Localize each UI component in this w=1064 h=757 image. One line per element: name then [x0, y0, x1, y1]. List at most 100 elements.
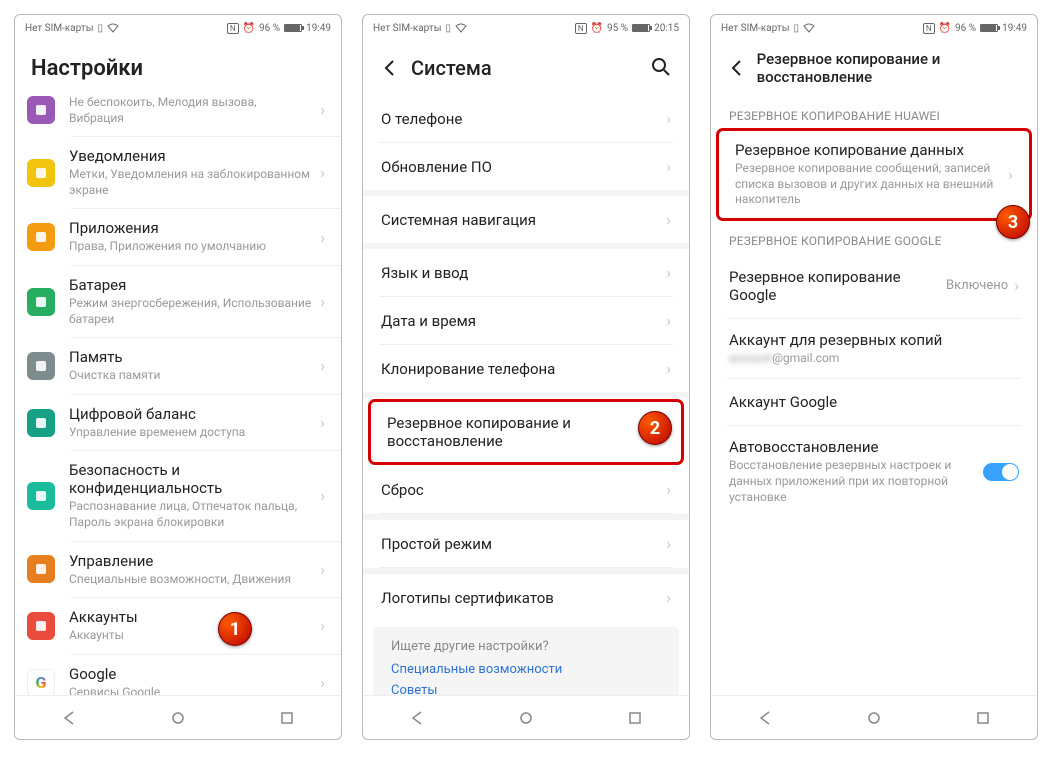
nfc-icon: N: [923, 23, 935, 34]
row-value: Включено: [946, 278, 1008, 293]
backup-account-row[interactable]: Аккаунт для резервных копий account@gmai…: [711, 319, 1037, 379]
chevron-right-icon: ›: [666, 534, 671, 553]
chevron-right-icon: ›: [320, 163, 325, 182]
status-bar: Нет SIM-карты ▯ N ⏰ 95 % 20:15: [363, 15, 689, 41]
system-row-2[interactable]: Системная навигация›: [363, 196, 689, 243]
row-title: Сброс: [381, 481, 666, 499]
row-subtitle: Резервное копирование сообщений, записей…: [735, 161, 1000, 208]
row-title: Цифровой баланс: [69, 405, 312, 423]
chevron-right-icon: ›: [666, 157, 671, 176]
nav-bar: [363, 695, 689, 739]
phone-system: Нет SIM-карты ▯ N ⏰ 95 % 20:15 Система О…: [362, 14, 690, 740]
row-title: Резервное копирование и восстановление: [387, 414, 660, 450]
row-subtitle: Управление временем доступа: [69, 425, 312, 441]
settings-row-4[interactable]: Память Очистка памяти ›: [15, 338, 341, 394]
auto-restore-toggle[interactable]: [983, 463, 1019, 481]
system-row-7[interactable]: Сброс›: [363, 466, 689, 513]
chevron-right-icon: ›: [666, 359, 671, 378]
step-badge-3: 3: [996, 205, 1030, 239]
row-subtitle: Восстановление резервных настроек и данн…: [729, 458, 983, 505]
nosim-icon: ▯: [445, 23, 451, 34]
settings-row-0[interactable]: Не беспокоить, Мелодия вызова, Вибрация …: [15, 95, 341, 136]
settings-row-8[interactable]: Аккаунты Аккаунты ›: [15, 598, 341, 654]
system-row-6[interactable]: Резервное копирование и восстановление›: [369, 400, 683, 464]
row-subtitle: Сервисы Google: [69, 685, 312, 695]
settings-row-3[interactable]: Батарея Режим энергосбережения, Использо…: [15, 266, 341, 337]
chevron-right-icon: ›: [666, 480, 671, 499]
blurred-text: account: [729, 351, 772, 365]
back-button[interactable]: [379, 57, 401, 79]
row-title: Язык и ввод: [381, 264, 666, 282]
settings-icon: [27, 223, 55, 251]
search-other-settings: Ищете другие настройки? Специальные возм…: [373, 627, 679, 695]
alarm-icon: ⏰: [243, 23, 255, 34]
row-subtitle: Метки, Уведомления на заблокированном эк…: [69, 167, 312, 198]
search-button[interactable]: [651, 57, 673, 79]
row-title: Резервное копирование данных: [735, 141, 1000, 159]
page-title: Резервное копирование и восстановление: [757, 50, 1027, 86]
row-title: Приложения: [69, 219, 312, 237]
row-title: Google: [69, 665, 312, 683]
row-title: Аккаунт Google: [729, 393, 1019, 411]
google-backup-row[interactable]: Резервное копирование Google Включено ›: [711, 254, 1037, 318]
settings-row-1[interactable]: Уведомления Метки, Уведомления на заблок…: [15, 137, 341, 208]
backup-data-row[interactable]: Резервное копирование данных Резервное к…: [717, 129, 1031, 220]
settings-row-2[interactable]: Приложения Права, Приложения по умолчани…: [15, 209, 341, 265]
nav-recents[interactable]: [232, 696, 341, 739]
nav-back[interactable]: [711, 696, 820, 739]
nav-home[interactable]: [820, 696, 929, 739]
page-header: Система: [363, 41, 689, 95]
status-bar: Нет SIM-карты ▯ N ⏰ 96 % 19:49: [711, 15, 1037, 41]
nfc-icon: N: [575, 23, 587, 34]
settings-row-7[interactable]: Управление Специальные возможности, Движ…: [15, 542, 341, 598]
settings-icon: G: [27, 669, 55, 695]
footer-link-tips[interactable]: Советы: [391, 683, 661, 695]
wifi-icon: [803, 23, 815, 33]
page-header: Резервное копирование и восстановление: [711, 41, 1037, 95]
system-row-3[interactable]: Язык и ввод›: [363, 249, 689, 296]
step-badge-1: 1: [218, 612, 252, 646]
back-button[interactable]: [727, 57, 747, 79]
chevron-right-icon: ›: [320, 228, 325, 247]
auto-restore-row[interactable]: Автовосстановление Восстановление резерв…: [711, 426, 1037, 517]
nav-recents[interactable]: [580, 696, 689, 739]
status-bar: Нет SIM-карты ▯ N ⏰ 96 % 19:49: [15, 15, 341, 41]
row-subtitle: account@gmail.com: [729, 351, 1019, 367]
chevron-right-icon: ›: [666, 588, 671, 607]
system-row-4[interactable]: Дата и время›: [363, 297, 689, 344]
step-badge-2: 2: [638, 411, 672, 445]
settings-icon: [27, 555, 55, 583]
nav-recents[interactable]: [928, 696, 1037, 739]
sim-status: Нет SIM-карты: [721, 23, 789, 34]
row-subtitle: Специальные возможности, Движения: [69, 572, 312, 588]
settings-icon: [27, 352, 55, 380]
system-row-5[interactable]: Клонирование телефона›: [363, 345, 689, 392]
nav-back[interactable]: [363, 696, 472, 739]
nav-home[interactable]: [472, 696, 581, 739]
row-title: Память: [69, 348, 312, 366]
nosim-icon: ▯: [793, 23, 799, 34]
system-row-1[interactable]: Обновление ПО›: [363, 143, 689, 190]
settings-icon: [27, 96, 55, 124]
google-account-row[interactable]: Аккаунт Google: [711, 379, 1037, 425]
section-header-google: РЕЗЕРВНОЕ КОПИРОВАНИЕ GOOGLE: [711, 220, 1037, 254]
footer-link-accessibility[interactable]: Специальные возможности: [391, 662, 661, 677]
system-row-0[interactable]: О телефоне›: [363, 95, 689, 142]
nav-back[interactable]: [15, 696, 124, 739]
settings-row-5[interactable]: Цифровой баланс Управление временем дост…: [15, 395, 341, 451]
row-subtitle: Очистка памяти: [69, 368, 312, 384]
settings-row-9[interactable]: G Google Сервисы Google ›: [15, 655, 341, 695]
row-title: Батарея: [69, 276, 312, 294]
chevron-right-icon: ›: [320, 100, 325, 119]
settings-icon: [27, 288, 55, 316]
nfc-icon: N: [227, 23, 239, 34]
chevron-right-icon: ›: [666, 109, 671, 128]
system-row-9[interactable]: Логотипы сертификатов›: [363, 574, 689, 621]
nav-home[interactable]: [124, 696, 233, 739]
settings-row-6[interactable]: Безопасность и конфиденциальность Распоз…: [15, 451, 341, 540]
row-title: Безопасность и конфиденциальность: [69, 461, 312, 497]
wifi-icon: [107, 23, 119, 33]
row-title: О телефоне: [381, 110, 666, 128]
wifi-icon: [455, 23, 467, 33]
system-row-8[interactable]: Простой режим›: [363, 520, 689, 567]
